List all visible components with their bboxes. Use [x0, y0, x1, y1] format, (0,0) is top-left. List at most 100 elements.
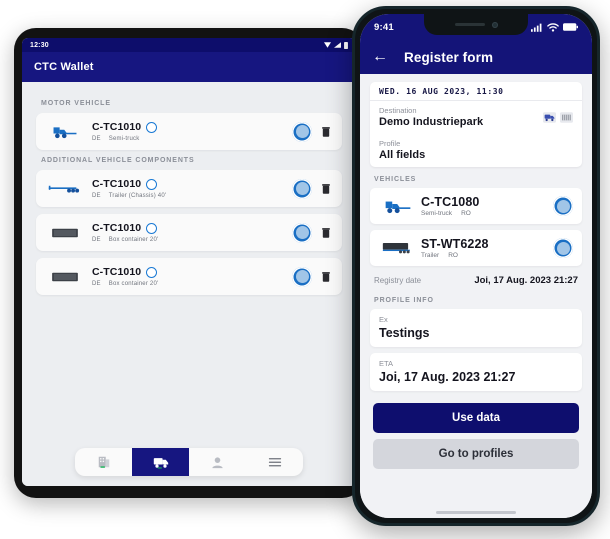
trip-datetime: WED. 16 AUG 2023, 11:30 [370, 82, 582, 101]
home-indicator[interactable] [436, 510, 516, 514]
signal-icon [531, 23, 542, 32]
section-label-additional-components: ADDITIONAL VEHICLE COMPONENTS [41, 157, 195, 164]
trash-icon[interactable] [322, 271, 330, 282]
vehicle-plate: C-TC1080 [421, 195, 480, 209]
vehicle-actions [292, 121, 332, 142]
eta-label: ETA [379, 359, 394, 368]
wifi-icon [324, 42, 331, 48]
nav-item-profile[interactable] [189, 448, 246, 476]
plate-row: C-TC1010 [92, 178, 292, 190]
plate-row: C-TC1010 [92, 266, 292, 278]
vehicle-plate: C-TC1010 [92, 121, 142, 133]
seal-badge-icon[interactable] [292, 266, 312, 287]
section-label-profile-info: PROFILE INFO [374, 297, 434, 304]
battery-icon [563, 23, 578, 31]
vehicle-type: Box container 20' [108, 281, 159, 287]
profile-field[interactable]: Profile All fields [370, 134, 582, 167]
vehicle-actions [292, 178, 332, 199]
tablet-status-bar: 12:30 [22, 38, 356, 52]
vehicle-meta: DE Trailer (Chassis) 40' [92, 193, 292, 199]
seal-badge-icon[interactable] [292, 178, 312, 199]
vehicle-country: DE [92, 136, 101, 142]
arrow-left-icon[interactable]: ← [372, 49, 388, 65]
company-icon [98, 456, 109, 468]
box-container-icon [42, 227, 88, 239]
ring-icon [146, 121, 158, 133]
trash-icon[interactable] [322, 227, 330, 238]
signal-icon [334, 42, 341, 48]
vehicle-plate: ST-WT6228 [421, 237, 489, 251]
seal-badge-icon[interactable] [553, 196, 573, 216]
vehicle-meta: DE Semi-truck [92, 136, 292, 142]
vehicle-card[interactable]: C-TC1010 DE Trailer (Chassis) 40' [36, 170, 342, 207]
tablet-system-icons [324, 41, 348, 49]
section-label-vehicles: VEHICLES [374, 176, 417, 183]
vehicle-row[interactable]: C-TC1080 Semi-truck RO [370, 188, 582, 224]
phone-device: 9:41 ← Register form WED. 16 AUG 2023, 1… [352, 6, 600, 526]
person-icon [212, 456, 223, 468]
registry-date-row: Registry date Joi, 17 Aug. 2023 21:27 [370, 272, 582, 295]
go-to-profiles-button[interactable]: Go to profiles [373, 439, 579, 469]
vehicle-info: C-TC1010 DE Trailer (Chassis) 40' [88, 178, 292, 199]
registry-date-value: Joi, 17 Aug. 2023 21:27 [474, 275, 578, 286]
vehicle-meta: DE Box container 20' [92, 237, 292, 243]
vehicle-actions [292, 222, 332, 243]
vehicle-country: DE [92, 237, 101, 243]
ex-value: Testings [379, 326, 430, 340]
battery-icon [344, 41, 348, 49]
front-camera-icon [491, 21, 498, 28]
seal-badge-icon[interactable] [553, 238, 573, 258]
nav-item-menu[interactable] [246, 448, 303, 476]
section-label-motor-vehicle: MOTOR VEHICLE [41, 100, 111, 107]
phone-screen: 9:41 ← Register form WED. 16 AUG 2023, 1… [360, 14, 592, 518]
seal-badge-icon[interactable] [292, 121, 312, 142]
tablet-device: 12:30 CTC Wallet MOTOR VEHICLE C-TC1010 … [14, 28, 364, 498]
vehicle-info: C-TC1010 DE Semi-truck [88, 121, 292, 142]
vehicle-type: Semi-truck [108, 136, 140, 142]
vehicle-type: Trailer (Chassis) 40' [108, 193, 167, 199]
tablet-app-title: CTC Wallet [34, 61, 94, 73]
phone-home-bar [360, 506, 592, 518]
screenshot-root: 12:30 CTC Wallet MOTOR VEHICLE C-TC1010 … [0, 0, 610, 539]
container-badge-icon [560, 112, 573, 123]
phone-system-icons [531, 22, 578, 32]
truck-icon [153, 457, 168, 468]
page-title: Register form [404, 49, 494, 65]
truck-badge-icon [543, 112, 556, 123]
nav-item-company[interactable] [75, 448, 132, 476]
vehicle-meta: Trailer RO [421, 252, 553, 259]
action-buttons: Use data Go to profiles [370, 397, 582, 477]
vehicle-plate: C-TC1010 [92, 266, 142, 278]
phone-status-time: 9:41 [374, 21, 394, 33]
destination-field[interactable]: Destination Demo Industriepark [370, 101, 582, 134]
speaker-grille [454, 22, 485, 27]
vehicle-plate: C-TC1010 [92, 222, 142, 234]
vehicle-card[interactable]: C-TC1010 DE Box container 20' [36, 214, 342, 251]
profile-label: Profile [379, 139, 401, 148]
vehicle-type: Box container 20' [108, 237, 159, 243]
vehicle-card[interactable]: C-TC1010 DE Box container 20' [36, 258, 342, 295]
ex-label: Ex [379, 315, 388, 324]
registry-date-label: Registry date [374, 276, 422, 285]
use-data-button[interactable]: Use data [373, 403, 579, 433]
vehicle-meta: DE Box container 20' [92, 281, 292, 287]
vehicle-info: C-TC1010 DE Box container 20' [88, 222, 292, 243]
vehicle-info: ST-WT6228 Trailer RO [421, 237, 553, 259]
trash-icon[interactable] [322, 183, 330, 194]
trip-summary-card: WED. 16 AUG 2023, 11:30 Destination Demo… [370, 82, 582, 167]
tablet-bottom-nav [22, 448, 356, 476]
ring-icon [146, 266, 158, 278]
trash-icon[interactable] [322, 126, 330, 137]
nav-item-vehicles[interactable] [132, 448, 189, 476]
phone-content: WED. 16 AUG 2023, 11:30 Destination Demo… [360, 74, 592, 506]
wifi-icon [547, 22, 559, 32]
vehicle-meta: Semi-truck RO [421, 210, 553, 217]
profile-info-field[interactable]: ETA Joi, 17 Aug. 2023 21:27 [370, 353, 582, 391]
tablet-screen: 12:30 CTC Wallet MOTOR VEHICLE C-TC1010 … [22, 38, 356, 486]
menu-icon [268, 458, 281, 467]
vehicle-card[interactable]: C-TC1010 DE Semi-truck [36, 113, 342, 150]
phone-notch [424, 14, 528, 35]
seal-badge-icon[interactable] [292, 222, 312, 243]
vehicle-row[interactable]: ST-WT6228 Trailer RO [370, 230, 582, 266]
profile-info-field[interactable]: Ex Testings [370, 309, 582, 347]
